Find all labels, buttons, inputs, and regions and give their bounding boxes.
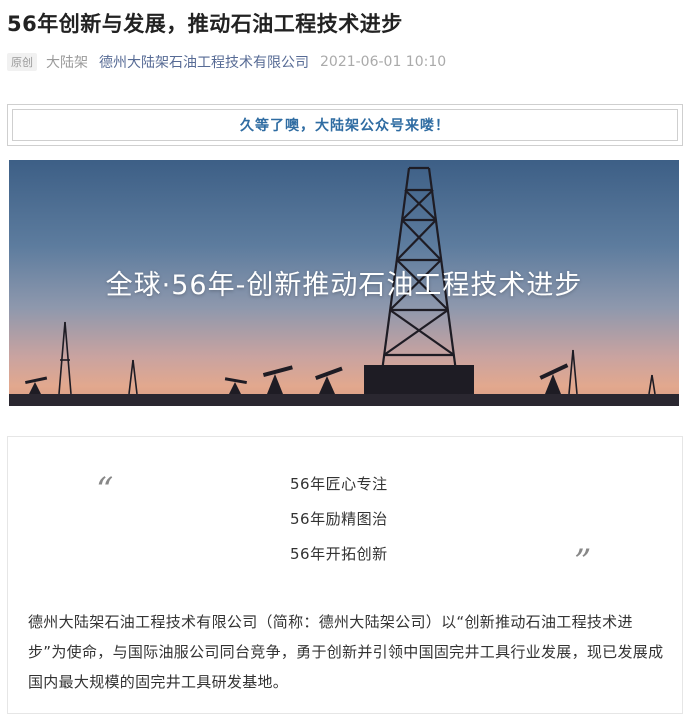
slogan-line: 56年匠心专注: [290, 475, 388, 493]
intro-paragraph: 德州大陆架石油工程技术有限公司（简称：德州大陆架公司）以“创新推动石油工程技术进…: [28, 613, 664, 691]
article-title: 56年创新与发展，推动石油工程技术进步: [7, 12, 403, 36]
author-link[interactable]: 德州大陆架石油工程技术有限公司: [99, 52, 309, 72]
open-quote-icon: “: [96, 470, 114, 510]
quote-card: “ 56年匠心专注 56年励精图治 56年开拓创新 ” 德州大陆架石油工程技术有…: [7, 436, 683, 714]
announcement-text: 久等了噢，大陆架公众号来喽！: [12, 109, 678, 141]
slogan-line: 56年励精图治: [290, 510, 388, 528]
hero-caption: 全球·56年-创新推动石油工程技术进步: [105, 270, 583, 301]
close-quote-icon: ”: [574, 542, 592, 582]
announcement-banner: 久等了噢，大陆架公众号来喽！: [7, 104, 683, 146]
rig-base: [364, 365, 474, 394]
publish-time: 2021-06-01 10:10: [320, 54, 447, 70]
slogan-line: 56年开拓创新: [290, 545, 388, 563]
original-badge: 原创: [7, 53, 37, 71]
article-meta: 原创 大陆架 德州大陆架石油工程技术有限公司 2021-06-01 10:10: [7, 52, 446, 72]
hero-image: 全球·56年-创新推动石油工程技术进步: [9, 160, 679, 406]
account-name[interactable]: 大陆架: [46, 52, 88, 72]
